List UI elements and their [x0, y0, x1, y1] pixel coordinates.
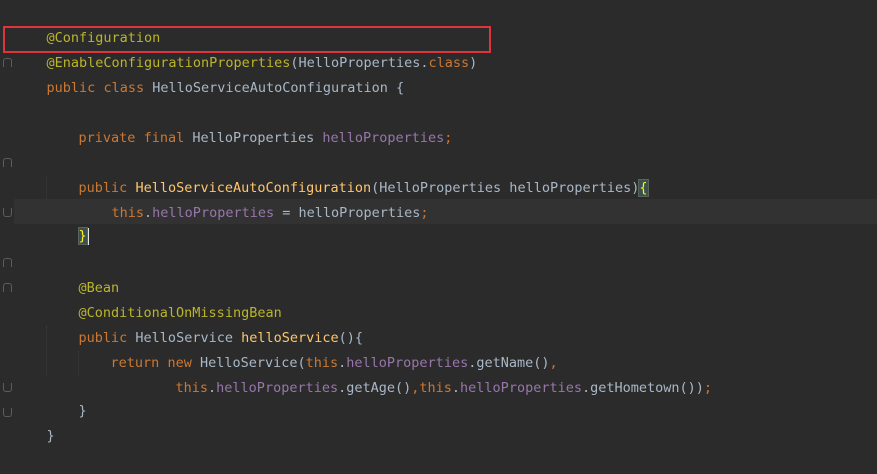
code-token: ;: [444, 130, 453, 146]
code-token: .: [144, 205, 153, 221]
field-name: helloProperties: [152, 205, 275, 221]
code-token: .: [451, 380, 461, 396]
code-line[interactable]: @Configuration: [14, 1, 161, 46]
fold-marker-icon[interactable]: [3, 208, 12, 217]
code-line[interactable]: }: [14, 399, 55, 444]
code-line[interactable]: }: [46, 374, 87, 419]
keyword: class: [428, 55, 470, 71]
keyword: this: [175, 380, 209, 396]
code-line[interactable]: private final HelloProperties helloPrope…: [46, 101, 453, 146]
fold-marker-icon[interactable]: [3, 283, 12, 292]
closing-brace: }: [78, 403, 87, 419]
class-declaration: HelloServiceAutoConfiguration {: [144, 80, 405, 96]
code-token: ;: [420, 205, 429, 221]
code-editor[interactable]: @Configuration @EnableConfigurationPrope…: [0, 0, 877, 444]
fold-marker-icon[interactable]: [3, 58, 12, 67]
fold-marker-icon[interactable]: [3, 408, 12, 417]
code-line[interactable]: this.helloProperties.getAge(),this.hello…: [143, 351, 713, 396]
matched-brace: {: [638, 179, 649, 197]
code-token: ): [469, 55, 478, 71]
code-line[interactable]: return new HelloService(this.helloProper…: [78, 326, 558, 371]
keyword: private: [78, 130, 136, 146]
code-token: .getAge(): [338, 380, 412, 396]
keyword: this: [111, 205, 145, 221]
fold-marker-icon[interactable]: [3, 383, 12, 392]
text-caret: [86, 227, 89, 245]
code-token: .getHometown()): [581, 380, 704, 396]
code-token: HelloProperties: [184, 130, 323, 146]
editor-gutter: [0, 0, 14, 429]
keyword: final: [143, 130, 185, 146]
code-line[interactable]: this.helloProperties = helloProperties;: [79, 176, 429, 221]
code-token: = helloProperties: [274, 205, 421, 221]
fold-marker-icon[interactable]: [3, 158, 12, 167]
matched-brace: }: [77, 227, 88, 245]
field-name: helloProperties: [216, 380, 339, 396]
code-line[interactable]: public HelloService helloService(){: [46, 301, 364, 346]
code-line-current[interactable]: }: [46, 199, 89, 245]
code-line[interactable]: public HelloServiceAutoConfiguration(Hel…: [46, 151, 649, 197]
keyword: public: [46, 80, 96, 96]
code-line[interactable]: @Bean: [46, 251, 120, 296]
keyword: this: [419, 380, 452, 396]
code-line[interactable]: public class HelloServiceAutoConfigurati…: [14, 51, 405, 96]
field-name: helloProperties: [322, 130, 445, 146]
closing-brace: }: [46, 428, 55, 444]
highlight-box: [3, 26, 491, 53]
keyword: class: [103, 80, 145, 96]
code-line[interactable]: @ConditionalOnMissingBean: [46, 276, 282, 321]
field-name: helloProperties: [460, 380, 582, 396]
fold-marker-icon[interactable]: [3, 258, 12, 267]
code-token: ;: [703, 380, 713, 396]
code-token: .: [208, 380, 217, 396]
